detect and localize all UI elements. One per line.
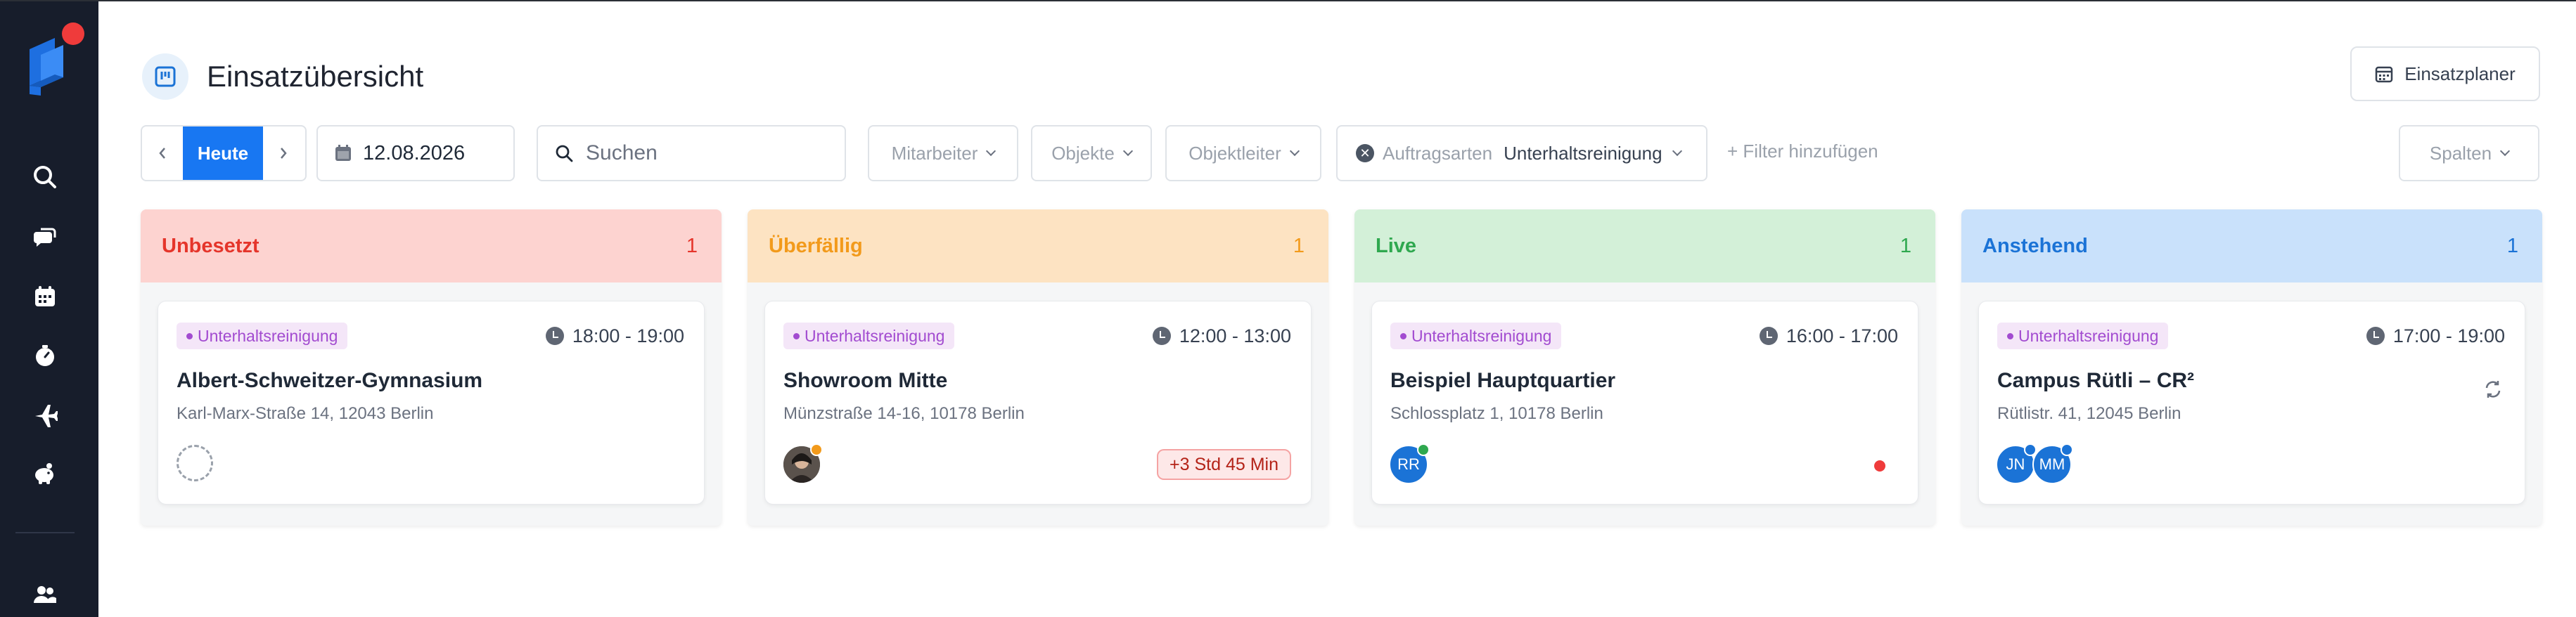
filter-objekte[interactable]: Objekte	[1031, 125, 1152, 181]
time-range: 12:00 - 13:00	[1152, 323, 1291, 349]
assignment-card[interactable]: Unterhaltsreinigung 16:00 - 17:00 Beispi…	[1371, 301, 1918, 505]
columns-label: Spalten	[2429, 142, 2492, 164]
time-range-text: 16:00 - 17:00	[1786, 325, 1898, 346]
live-indicator	[1874, 460, 1885, 472]
column-count: 1	[1293, 234, 1305, 257]
notification-dot	[62, 22, 84, 45]
active-filter-value: Unterhaltsreinigung	[1504, 142, 1662, 164]
clock-icon	[1759, 327, 1778, 345]
previous-day-button[interactable]	[142, 126, 183, 180]
card-address: Rütlistr. 41, 12045 Berlin	[1997, 404, 2181, 423]
time-range-text: 18:00 - 19:00	[572, 325, 684, 346]
chevron-down-icon	[1289, 145, 1300, 157]
kanban-board-icon	[142, 53, 188, 100]
column-count: 1	[1899, 234, 1911, 257]
app-logo[interactable]	[27, 35, 66, 97]
date-value: 12.08.2026	[363, 141, 466, 164]
column-header: Überfällig 1	[748, 209, 1328, 282]
sidebar-divider	[15, 532, 75, 533]
job-type-tag: Unterhaltsreinigung	[1390, 323, 1562, 349]
column-anstehend: Anstehend 1 Unterhaltsreinigung 17:00 - …	[1961, 209, 2542, 526]
active-filter-label: Auftragsarten	[1383, 142, 1493, 164]
status-dot	[810, 443, 823, 456]
search-icon	[556, 145, 573, 162]
column-count: 1	[2506, 234, 2518, 257]
filter-objektleiter-label: Objektleiter	[1188, 142, 1281, 164]
chevron-down-icon	[1122, 145, 1133, 157]
today-button[interactable]: Heute	[183, 126, 263, 180]
status-dot	[1417, 443, 1430, 456]
einsatzplaner-button[interactable]: Einsatzplaner	[2350, 46, 2540, 101]
chevron-down-icon	[1672, 145, 1682, 157]
recurring-icon[interactable]	[2482, 379, 2504, 400]
column-header: Live 1	[1354, 209, 1935, 282]
filter-mitarbeiter-label: Mitarbeiter	[891, 142, 978, 164]
column-live: Live 1 Unterhaltsreinigung 16:00 - 17:00…	[1354, 209, 1935, 526]
search-input[interactable]	[586, 141, 825, 165]
clock-icon	[2366, 327, 2385, 345]
sidebar	[0, 1, 98, 617]
page-title: Einsatzübersicht	[207, 60, 424, 93]
calendar-icon	[335, 145, 351, 161]
column-count: 1	[686, 234, 698, 257]
search-icon[interactable]	[31, 163, 59, 191]
next-day-button[interactable]	[263, 126, 304, 180]
app-root: Einsatzübersicht Einsatzplaner Heute 12.…	[0, 0, 2576, 617]
chevron-right-icon	[281, 148, 287, 159]
clock-icon	[545, 327, 564, 345]
column-title: Unbesetzt	[162, 234, 259, 257]
card-title: Showroom Mitte	[783, 369, 948, 392]
column-unbesetzt: Unbesetzt 1 Unterhaltsreinigung 18:00 - …	[141, 209, 722, 526]
column-title: Live	[1376, 234, 1417, 257]
column-title: Anstehend	[1982, 234, 2088, 257]
unassigned-avatar-placeholder[interactable]	[177, 445, 213, 481]
status-dot	[2061, 443, 2073, 456]
chevron-down-icon	[986, 145, 997, 157]
filter-objektleiter[interactable]: Objektleiter	[1165, 125, 1321, 181]
column-header: Anstehend 1	[1961, 209, 2542, 282]
calendar-icon	[2375, 66, 2393, 83]
assignment-card[interactable]: Unterhaltsreinigung 17:00 - 19:00 Campus…	[1978, 301, 2525, 505]
card-address: Münzstraße 14-16, 10178 Berlin	[783, 404, 1025, 423]
stopwatch-icon[interactable]	[31, 342, 59, 370]
chevron-left-icon	[159, 148, 165, 159]
airplane-icon[interactable]	[31, 401, 59, 429]
chevron-down-icon	[2500, 145, 2511, 157]
card-title: Beispiel Hauptquartier	[1390, 369, 1616, 392]
overdue-badge: +3 Std 45 Min	[1157, 449, 1291, 480]
filter-objekte-label: Objekte	[1051, 142, 1115, 164]
column-ueberfaellig: Überfällig 1 Unterhaltsreinigung 12:00 -…	[748, 209, 1328, 526]
card-title: Albert-Schweitzer-Gymnasium	[177, 369, 483, 392]
assignment-card[interactable]: Unterhaltsreinigung 12:00 - 13:00 Showro…	[764, 301, 1312, 505]
time-range-text: 12:00 - 13:00	[1179, 325, 1291, 346]
users-icon[interactable]	[31, 580, 59, 609]
piggy-bank-icon[interactable]	[31, 460, 59, 488]
einsatzplaner-label: Einsatzplaner	[2404, 63, 2516, 84]
assignment-card[interactable]: Unterhaltsreinigung 18:00 - 19:00 Albert…	[158, 301, 705, 505]
job-type-tag: Unterhaltsreinigung	[783, 323, 955, 349]
columns-button[interactable]: Spalten	[2399, 125, 2539, 181]
time-range: 16:00 - 17:00	[1759, 323, 1898, 349]
search-field[interactable]	[537, 125, 846, 181]
date-navigation: Heute	[141, 125, 307, 181]
job-type-tag: Unterhaltsreinigung	[1997, 323, 2169, 349]
job-type-tag: Unterhaltsreinigung	[177, 323, 348, 349]
card-title: Campus Rütli – CR²	[1997, 369, 2195, 392]
remove-filter-icon[interactable]: ✕	[1356, 144, 1374, 162]
add-filter-button[interactable]: + Filter hinzufügen	[1727, 141, 1878, 162]
clock-icon	[1152, 327, 1171, 345]
column-header: Unbesetzt 1	[141, 209, 722, 282]
time-range: 17:00 - 19:00	[2366, 323, 2505, 349]
time-range-text: 17:00 - 19:00	[2392, 325, 2505, 346]
calendar-icon[interactable]	[31, 282, 59, 311]
date-picker[interactable]: 12.08.2026	[316, 125, 515, 181]
filter-mitarbeiter[interactable]: Mitarbeiter	[868, 125, 1018, 181]
card-address: Schlossplatz 1, 10178 Berlin	[1390, 404, 1603, 423]
column-title: Überfällig	[769, 234, 863, 257]
chat-bubbles-icon[interactable]	[31, 223, 59, 252]
card-address: Karl-Marx-Straße 14, 12043 Berlin	[177, 404, 434, 423]
time-range: 18:00 - 19:00	[545, 323, 684, 349]
active-filter-auftragsarten[interactable]: ✕ Auftragsarten Unterhaltsreinigung	[1336, 125, 1707, 181]
